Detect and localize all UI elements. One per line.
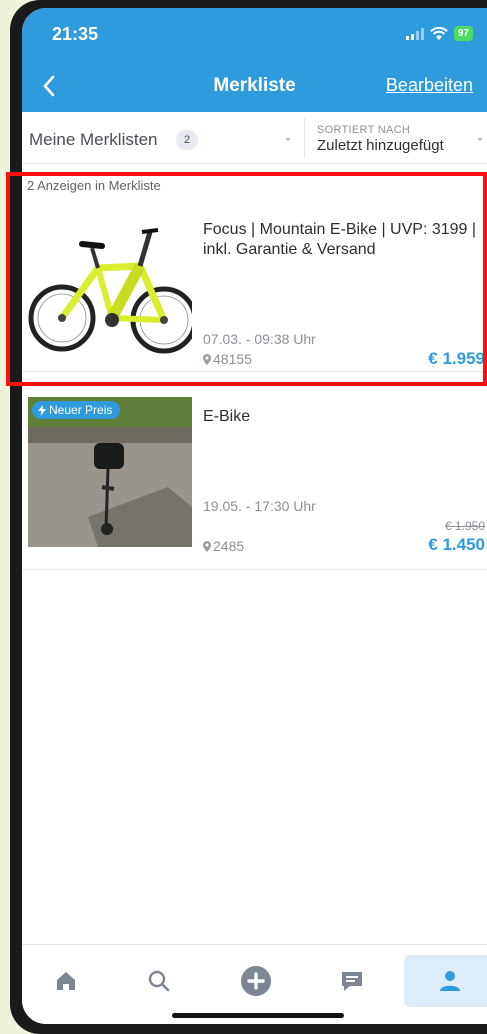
wifi-icon — [430, 26, 448, 40]
location-pin-icon — [203, 540, 211, 552]
item-title[interactable]: E-Bike — [203, 407, 483, 427]
list-item[interactable]: Focus | Mountain E-Bike | UVP: 3199 | in… — [22, 198, 487, 372]
item-location: 48155 — [203, 351, 252, 367]
messages-icon — [342, 972, 362, 991]
my-lists-dropdown[interactable]: Meine Merklisten — [29, 130, 158, 150]
signal-icon — [405, 27, 424, 40]
new-price-label: Neuer Preis — [49, 403, 113, 417]
item-image[interactable]: Neuer Preis — [28, 397, 192, 547]
ad-count: 2 Anzeigen in Merkliste — [27, 178, 161, 193]
profile-icon — [440, 971, 460, 991]
home-icon — [57, 972, 75, 990]
nav-home[interactable] — [36, 959, 96, 1003]
battery-indicator: 97 — [453, 26, 473, 41]
item-old-price: € 1.950 — [444, 519, 485, 533]
chevron-down-icon — [477, 138, 483, 141]
nav-search[interactable] — [129, 959, 189, 1003]
item-location: 2485 — [203, 538, 244, 554]
lightning-icon — [38, 404, 46, 416]
sort-dropdown[interactable]: Zuletzt hinzugefügt — [317, 137, 444, 154]
item-zip: 2485 — [213, 538, 245, 554]
item-price: € 1.959 — [428, 349, 485, 368]
location-pin-icon — [203, 353, 211, 365]
item-zip: 48155 — [213, 351, 252, 367]
lists-count-badge: 2 — [176, 130, 198, 150]
bottom-navigation — [22, 944, 487, 1024]
list-item[interactable]: Neuer Preis E-Bike 19.05. - 17:30 Uhr € … — [22, 388, 487, 570]
e-bike-image — [28, 210, 192, 360]
item-image[interactable] — [28, 210, 192, 360]
edit-button[interactable]: Bearbeiten — [386, 75, 473, 96]
item-date: 19.05. - 17:30 Uhr — [203, 498, 316, 514]
item-title[interactable]: Focus | Mountain E-Bike | UVP: 3199 | in… — [203, 220, 483, 260]
add-icon — [241, 966, 271, 996]
search-icon — [148, 970, 170, 992]
new-price-badge: Neuer Preis — [32, 401, 121, 419]
item-price: € 1.450 — [428, 535, 485, 554]
divider — [304, 118, 305, 158]
app-screen: 21:35 97 Merkliste Bearbeiten Meine Merk… — [22, 8, 487, 1024]
sort-caption: SORTIERT NACH — [317, 124, 411, 136]
e-bike-photo — [28, 397, 192, 547]
nav-messages[interactable] — [322, 959, 382, 1003]
item-date: 07.03. - 09:38 Uhr — [203, 331, 316, 347]
nav-add[interactable] — [226, 959, 286, 1003]
status-indicators: 97 — [405, 26, 473, 41]
list-filter-bar: Meine Merklisten 2 SORTIERT NACH Zuletzt… — [22, 112, 487, 164]
chevron-down-icon — [285, 138, 291, 141]
home-indicator — [172, 1013, 344, 1018]
nav-profile[interactable] — [404, 955, 487, 1007]
status-time: 21:35 — [52, 24, 99, 44]
app-header: 21:35 97 Merkliste Bearbeiten — [22, 8, 487, 112]
